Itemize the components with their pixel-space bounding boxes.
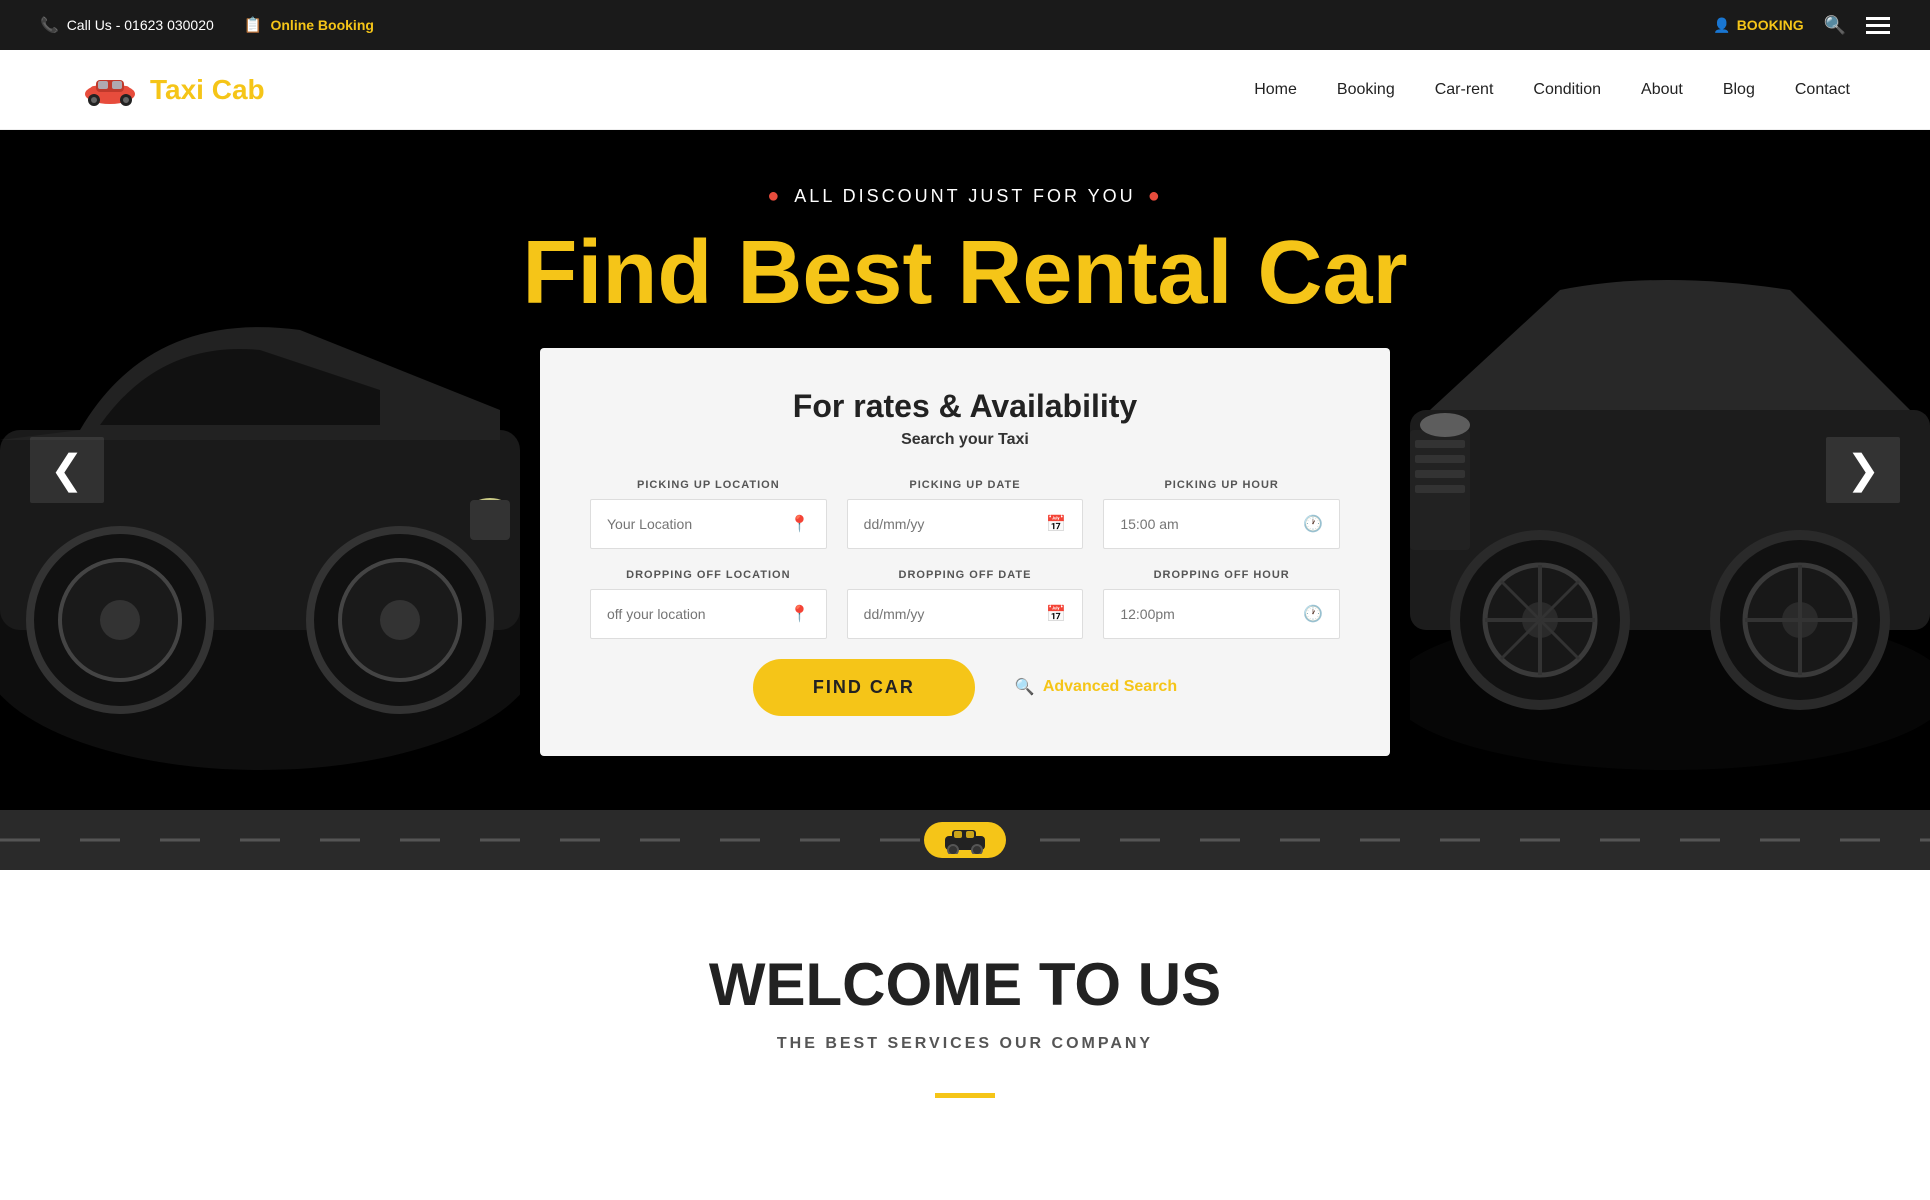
logo-text: Taxi Cab (150, 74, 265, 106)
pickup-hour-group: PICKING UP HOUR 🕐 (1103, 479, 1340, 549)
pickup-location-group: PICKING UP LOCATION 📍 (590, 479, 827, 549)
location-pin-icon-1: 📍 (790, 514, 810, 534)
location-pin-icon-2: 📍 (790, 604, 810, 624)
search-small-icon: 🔍 (1015, 677, 1035, 697)
pickup-location-control: 📍 (590, 499, 827, 549)
prev-slide-button[interactable]: ❮ (30, 437, 104, 503)
pickup-hour-control: 🕐 (1103, 499, 1340, 549)
pickup-date-group: PICKING UP DATE 📅 (847, 479, 1084, 549)
nav-condition[interactable]: Condition (1533, 81, 1601, 99)
welcome-accent-bar (935, 1093, 995, 1098)
road-car-svg (940, 826, 990, 854)
menu-line-3 (1866, 31, 1890, 34)
calendar-icon-2: 📅 (1046, 604, 1066, 624)
form-grid: PICKING UP LOCATION 📍 PICKING UP DATE 📅 … (590, 479, 1340, 639)
dropoff-hour-group: DROPPING OFF HOUR 🕐 (1103, 569, 1340, 639)
welcome-subtitle: THE BEST SERVICES OUR COMPANY (40, 1035, 1890, 1053)
dropoff-location-group: DROPPING OFF LOCATION 📍 (590, 569, 827, 639)
nav-contact[interactable]: Contact (1795, 81, 1850, 99)
logo[interactable]: Taxi Cab (80, 72, 265, 108)
pickup-hour-label: PICKING UP HOUR (1103, 479, 1340, 491)
dropoff-hour-input[interactable] (1120, 606, 1303, 622)
pickup-date-label: PICKING UP DATE (847, 479, 1084, 491)
form-subtitle: Search your Taxi (590, 431, 1340, 449)
clock-icon-1: 🕐 (1303, 514, 1323, 534)
menu-line-2 (1866, 24, 1890, 27)
left-dot: ● (767, 185, 782, 208)
pickup-hour-input[interactable] (1120, 516, 1303, 532)
nav-about[interactable]: About (1641, 81, 1683, 99)
advanced-search-link[interactable]: 🔍 Advanced Search (1015, 677, 1177, 697)
pickup-date-control: 📅 (847, 499, 1084, 549)
hero-section: ❮ ❯ ● ALL DISCOUNT JUST FOR YOU ● Find B… (0, 130, 1930, 810)
pickup-location-label: PICKING UP LOCATION (590, 479, 827, 491)
hero-title: Find Best Rental Car (0, 228, 1930, 318)
welcome-section: WELCOME TO US THE BEST SERVICES OUR COMP… (0, 870, 1930, 1158)
nav-links: Home Booking Car-rent Condition About Bl… (1254, 81, 1850, 99)
dropoff-hour-label: DROPPING OFF HOUR (1103, 569, 1340, 581)
road-car-icon (924, 822, 1006, 858)
nav-home[interactable]: Home (1254, 81, 1297, 99)
dropoff-location-input[interactable] (607, 606, 790, 622)
dropoff-location-control: 📍 (590, 589, 827, 639)
search-icon[interactable]: 🔍 (1824, 15, 1846, 36)
dropoff-date-group: DROPPING OFF DATE 📅 (847, 569, 1084, 639)
booking-item[interactable]: 📋 Online Booking (244, 16, 374, 34)
find-car-button[interactable]: FIND CAR (753, 659, 975, 716)
hero-subtitle-text: ALL DISCOUNT JUST FOR YOU (794, 186, 1135, 207)
nav-car-rent[interactable]: Car-rent (1435, 81, 1494, 99)
booking-small-icon: 📋 (244, 16, 263, 34)
online-booking-label: Online Booking (270, 17, 373, 33)
pickup-date-input[interactable] (864, 516, 1047, 532)
dropoff-hour-control: 🕐 (1103, 589, 1340, 639)
hero-content: ● ALL DISCOUNT JUST FOR YOU ● Find Best … (0, 185, 1930, 756)
call-label: Call Us - 01623 030020 (67, 17, 214, 33)
dropoff-date-input[interactable] (864, 606, 1047, 622)
top-bar-right: 👤 BOOKING 🔍 (1713, 15, 1890, 36)
menu-line-1 (1866, 17, 1890, 20)
booking-btn-label: BOOKING (1737, 17, 1804, 33)
right-dot: ● (1148, 185, 1163, 208)
top-bar-left: 📞 Call Us - 01623 030020 📋 Online Bookin… (40, 16, 374, 34)
search-form: For rates & Availability Search your Tax… (540, 348, 1390, 756)
form-actions: FIND CAR 🔍 Advanced Search (590, 659, 1340, 716)
hamburger-menu[interactable] (1866, 17, 1890, 34)
logo-icon (80, 72, 140, 108)
advanced-search-label: Advanced Search (1043, 678, 1177, 696)
dropoff-date-label: DROPPING OFF DATE (847, 569, 1084, 581)
booking-button[interactable]: 👤 BOOKING (1713, 17, 1803, 34)
nav-booking[interactable]: Booking (1337, 81, 1395, 99)
pickup-location-input[interactable] (607, 516, 790, 532)
nav-blog[interactable]: Blog (1723, 81, 1755, 99)
calendar-icon-1: 📅 (1046, 514, 1066, 534)
dropoff-date-control: 📅 (847, 589, 1084, 639)
phone-item: 📞 Call Us - 01623 030020 (40, 16, 214, 34)
dropoff-location-label: DROPPING OFF LOCATION (590, 569, 827, 581)
person-icon: 👤 (1713, 17, 1730, 34)
navbar: Taxi Cab Home Booking Car-rent Condition… (0, 50, 1930, 130)
road-divider (0, 810, 1930, 870)
clock-icon-2: 🕐 (1303, 604, 1323, 624)
phone-icon: 📞 (40, 16, 59, 34)
hero-subtitle: ● ALL DISCOUNT JUST FOR YOU ● (0, 185, 1930, 208)
form-title: For rates & Availability (590, 388, 1340, 425)
top-bar: 📞 Call Us - 01623 030020 📋 Online Bookin… (0, 0, 1930, 50)
next-slide-button[interactable]: ❯ (1826, 437, 1900, 503)
welcome-title: WELCOME TO US (40, 950, 1890, 1019)
